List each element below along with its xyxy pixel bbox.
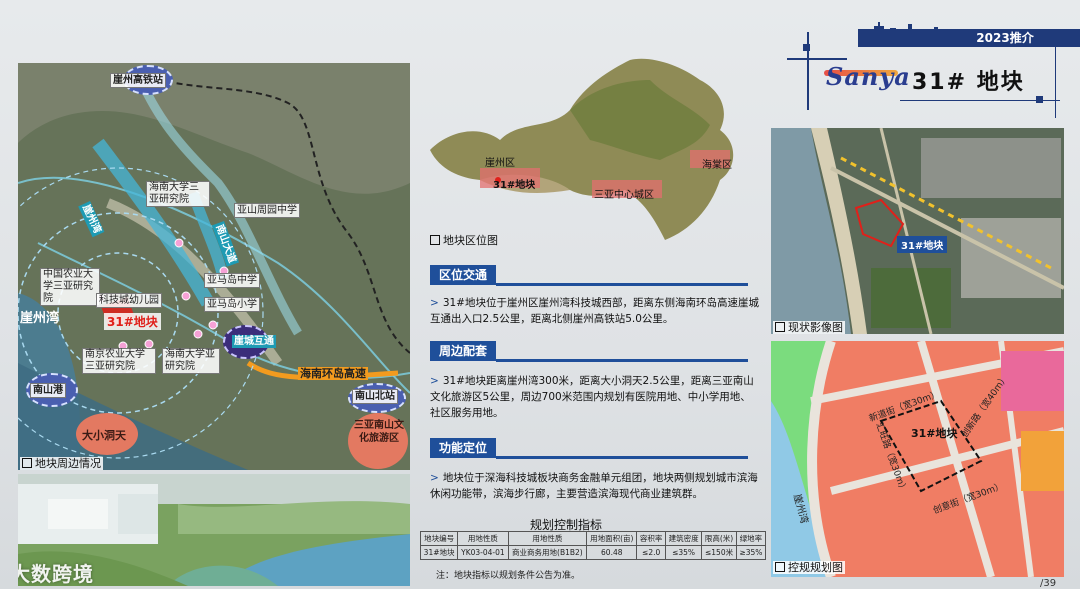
rail-station-label: 崖州高铁站 <box>110 73 166 88</box>
aerial-image: 31#地块 现状影像图 <box>771 128 1064 334</box>
section-heading-transport: 区位交通 <box>430 265 496 285</box>
slide: 2023推介 Sanya 31# 地块 崖州高铁站 海南大学三亚研究院 亚山周园… <box>0 0 1080 589</box>
loc-label-haitang: 海棠区 <box>702 160 732 171</box>
table-cell: ≤150米 <box>701 545 737 560</box>
table-header-cell: 建筑密度 <box>664 531 703 546</box>
primary-label-2: 亚马岛小学 <box>204 297 260 312</box>
aerial-caption: 现状影像图 <box>773 321 845 334</box>
section-text: 31#地块位于崖州区崖州湾科技城西部，距离东侧海南环岛高速崖城互通出入口2.5公… <box>430 297 759 325</box>
section-heading-function: 功能定位 <box>430 438 496 458</box>
control-plan-graphics <box>771 341 1064 577</box>
skyline-icon <box>858 22 948 44</box>
table-note: 注：地块指标以规划条件公告为准。 <box>436 571 581 581</box>
section-rule <box>496 283 748 286</box>
section-text: 地块位于深海科技城板块商务金融单元组团，地块两侧规划城市滨海休闲功能带，滨海步行… <box>430 472 758 500</box>
table-header-cell: 绿地率 <box>735 531 767 546</box>
plot-marker-label: 31#地块 <box>104 313 161 330</box>
control-plan-caption: 控规规划图 <box>773 561 845 574</box>
table-cell: 60.48 <box>586 545 638 560</box>
plan-plot-label: 31#地块 <box>911 427 958 440</box>
table-cell: ≤35% <box>664 545 703 560</box>
page-number: /39 <box>1040 578 1057 589</box>
surroundings-map: 崖州高铁站 海南大学三亚研究院 亚山周园中学 崖州湾 南山大道 中国农业大学三亚… <box>18 63 410 470</box>
control-table: 地块编号 用地性质 用地性质 用地面积(亩) 容积率 建筑密度 限高(米) 绿地… <box>419 531 767 560</box>
middle-school-label: 亚山周园中学 <box>234 203 300 218</box>
table-header-row: 地块编号 用地性质 用地性质 用地面积(亩) 容积率 建筑密度 限高(米) 绿地… <box>419 531 767 546</box>
map-caption: 地块周边情况 <box>20 457 103 470</box>
nanjing-agri-label: 南京农业大学三亚研究院 <box>82 348 156 374</box>
table-header-cell: 限高(米) <box>701 531 737 546</box>
table-cell: 商业商务用地(B1B2) <box>507 545 588 560</box>
section-rule <box>496 456 748 459</box>
nanshan-culture-label: 三亚南山文化旅游区 <box>354 420 404 444</box>
rendering-image: 大数跨境 <box>18 474 410 586</box>
decor-line <box>787 58 847 60</box>
section-text: 31#地块距离崖州湾300米，距离大小洞天2.5公里，距离三亚南山文化旅游区5公… <box>430 375 754 419</box>
table-cell: ≥35% <box>735 545 767 560</box>
table-row: 31#地块 YK03-04-01 商业商务用地(B1B2) 60.48 ≤2.0… <box>419 545 767 560</box>
section-heading-facilities: 周边配套 <box>430 341 496 361</box>
loc-label-plot: 31#地块 <box>493 180 536 191</box>
section-rule <box>496 359 748 362</box>
hainan-univ-label: 海南大学三亚研究院 <box>146 181 210 207</box>
table-header-cell: 容积率 <box>636 531 666 546</box>
daxiao-dongtian-label: 大小洞天 <box>82 429 126 442</box>
decor-line <box>1055 46 1056 118</box>
aerial-graphics <box>771 128 1064 334</box>
table-cell: YK03-04-01 <box>457 545 509 560</box>
section-text-facilities: >31#地块距离崖州湾300米，距离大小洞天2.5公里，距离三亚南山文化旅游区5… <box>430 375 754 419</box>
section-text-function: > 地块位于深海科技城板块商务金融单元组团，地块两侧规划城市滨海休闲功能带，滨海步… <box>430 472 758 500</box>
map-graphics <box>18 63 410 470</box>
table-cell: ≤2.0 <box>636 545 666 560</box>
decor-square <box>1036 96 1043 103</box>
loc-label-yazhou: 崖州区 <box>485 158 515 169</box>
decor-square <box>803 44 810 51</box>
table-header-cell: 用地面积(亩) <box>586 531 638 546</box>
bay-label: 崖州湾 <box>20 311 60 326</box>
kindergarten-label: 科技城幼儿园 <box>96 293 162 308</box>
ring-highway-label: 海南环岛高速 <box>298 367 368 380</box>
primary-label: 亚马岛中学 <box>204 273 260 288</box>
location-map-caption: 地块区位图 <box>430 234 498 247</box>
control-plan-map: 31#地块 新道街（宽30m） 创新路（宽40m） 汇旺路（宽30m） 创意街（… <box>771 341 1064 577</box>
page-title: 31# 地块 <box>912 70 1025 95</box>
table-header-cell: 地块编号 <box>419 531 459 546</box>
watermark: 大数跨境 <box>18 562 94 586</box>
location-map <box>430 58 734 240</box>
hainan-univ-2-label: 海南大学亚研究院 <box>162 348 220 374</box>
brand-logo: Sanya <box>826 62 911 91</box>
table-cell: 31#地块 <box>419 545 459 560</box>
interchange-label: 崖城互通 <box>232 335 276 348</box>
header-tag: 2023推介 <box>976 31 1034 45</box>
table-header-cell: 用地性质 <box>507 531 588 546</box>
loc-label-city: 三亚中心城区 <box>594 190 654 201</box>
nanshan-north-label: 南山北站 <box>352 389 398 404</box>
china-agri-label: 中国农业大学三亚研究院 <box>40 268 100 306</box>
table-header-cell: 用地性质 <box>457 531 509 546</box>
port-label: 南山港 <box>30 383 66 398</box>
aerial-plot-label: 31#地块 <box>897 236 948 253</box>
section-text-transport: >31#地块位于崖州区崖州湾科技城西部，距离东侧海南环岛高速崖城互通出入口2.5… <box>430 297 759 325</box>
